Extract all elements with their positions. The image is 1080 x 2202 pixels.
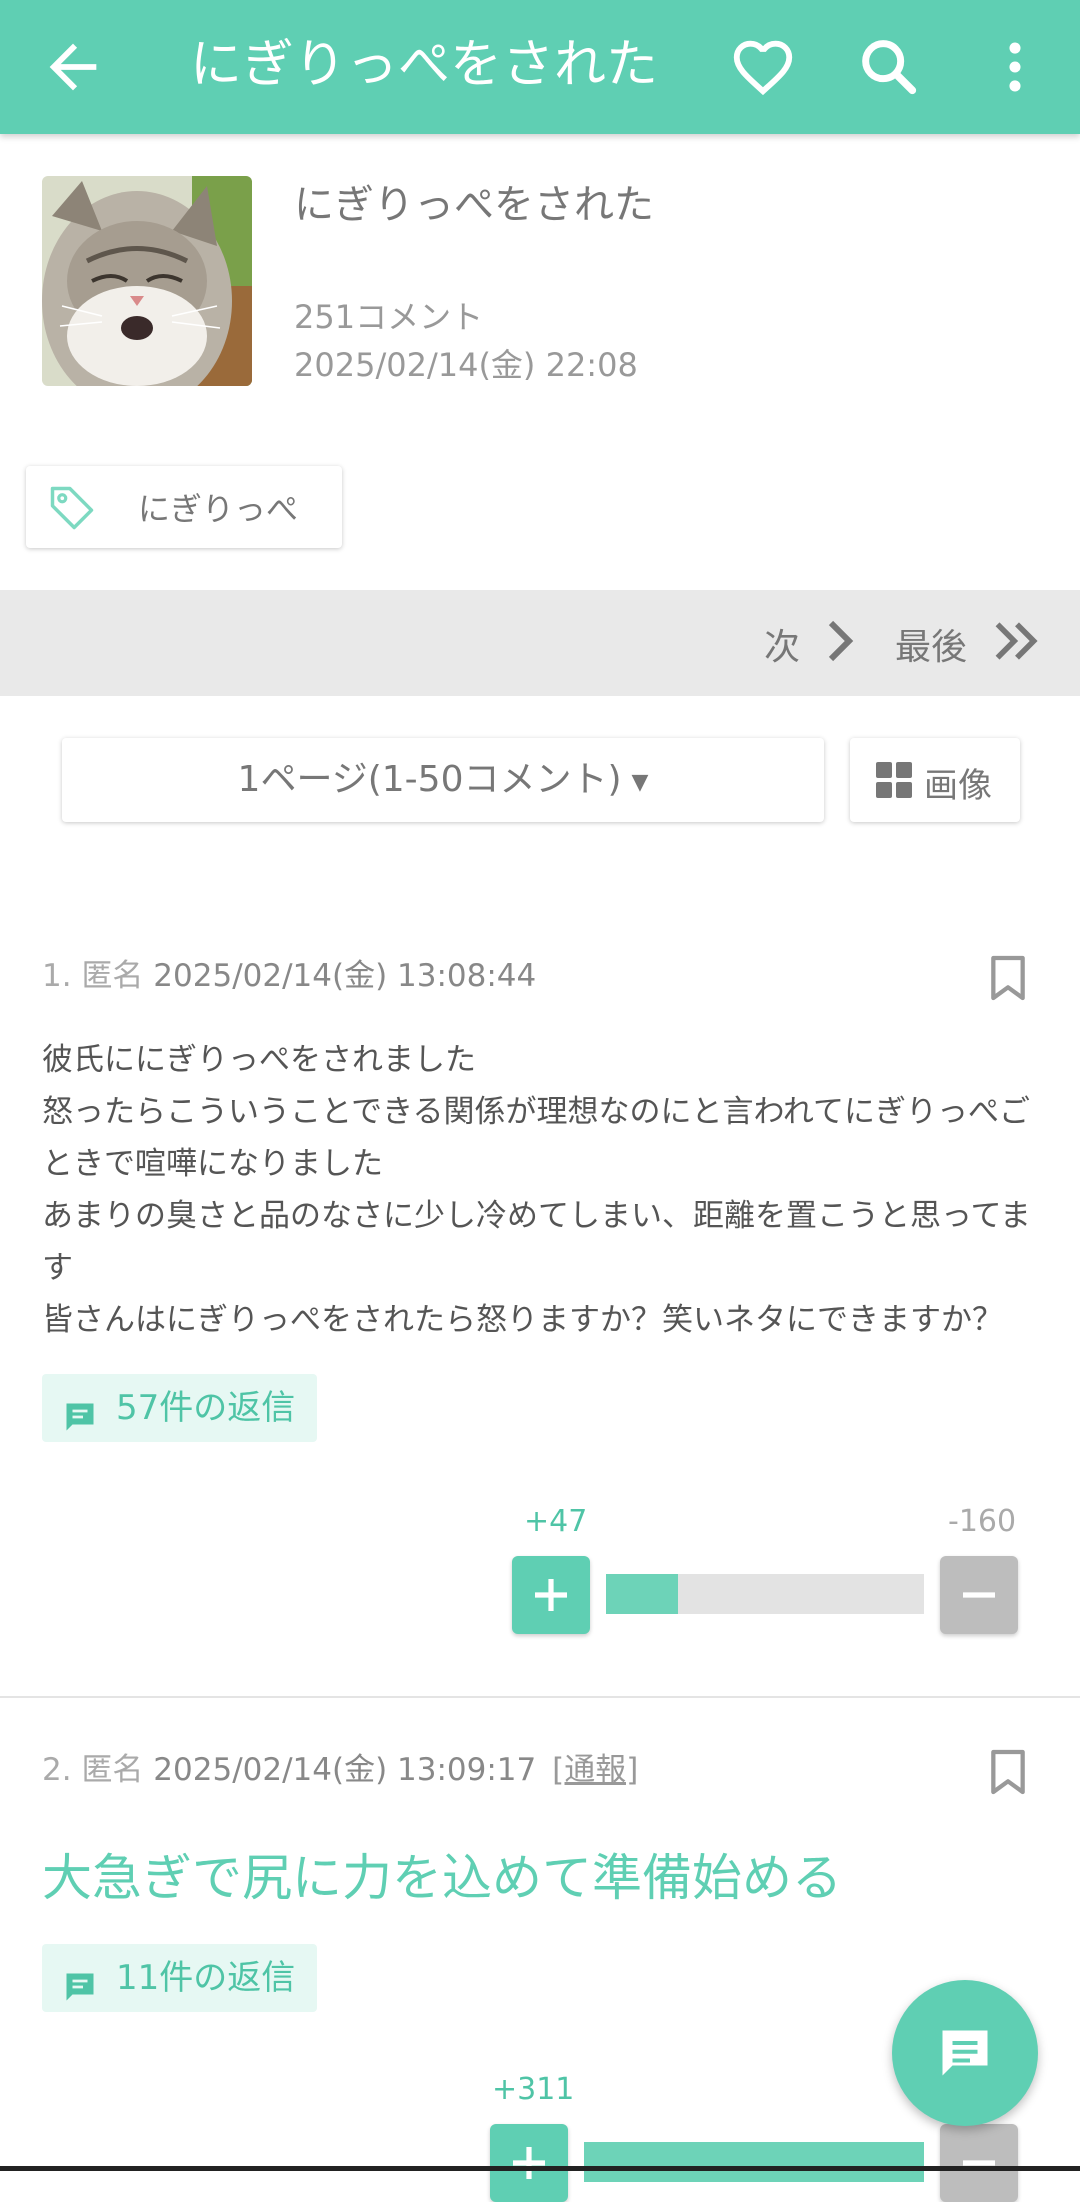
comment-body-line: 皆さんはにぎりっぺをされたら怒りますか？笑いネタにできますか？: [42, 1302, 1003, 1338]
comment-body-line: あまりの臭さと品のなさに少し冷めてしまい、距離を置こうと思ってます: [42, 1198, 1031, 1286]
comment-author: 匿名: [81, 1752, 144, 1788]
tag-chip[interactable]: にぎりっぺ: [26, 466, 342, 548]
write-comment-fab[interactable]: [892, 1980, 1038, 2126]
chat-bubble-icon: [62, 1390, 98, 1431]
comment-datetime: 2025/02/14(金) 13:09:17: [153, 1752, 537, 1788]
plus-icon: [535, 1579, 567, 1611]
minus-icon: [963, 2160, 995, 2166]
heart-icon[interactable]: [728, 32, 798, 102]
tag-label: にぎりっぺ: [138, 490, 299, 528]
comment-meta: 2. 匿名 2025/02/14(金) 13:09:17 [通報]: [42, 1744, 638, 1789]
chat-bubble-icon: [62, 1960, 98, 2001]
search-icon[interactable]: [854, 32, 924, 102]
plus-vote-button[interactable]: [490, 2124, 568, 2202]
double-chevron-right-icon[interactable]: [992, 614, 1042, 672]
post-title: にぎりっぺをされた: [294, 182, 654, 228]
post-date: 2025/02/14(金) 22:08: [294, 346, 638, 384]
app-bar: にぎりっぺをされた: [0, 0, 1080, 134]
comment-divider: [0, 1696, 1080, 1698]
comment-author: 匿名: [81, 958, 144, 994]
bookmark-icon[interactable]: [988, 954, 1028, 1002]
screen-bottom-edge: [0, 2166, 1080, 2171]
minus-vote-button[interactable]: [940, 1556, 1018, 1634]
post-comment-count: 251コメント: [294, 298, 484, 336]
plus-icon: [513, 2147, 545, 2179]
pager-bar: 次 最後: [0, 590, 1080, 696]
tag-icon: [46, 482, 98, 534]
plus-vote-count: +311: [492, 2072, 575, 2107]
comment-body-line: 怒ったらこういうことできる関係が理想なのにと言われてにぎりっぺごときで喧嘩になり…: [42, 1094, 1030, 1182]
comment-number: 1.: [42, 958, 72, 994]
comment-body-large: 大急ぎで尻に力を込めて準備始める: [42, 1849, 842, 1907]
more-vert-icon[interactable]: [980, 32, 1050, 102]
app-bar-title: にぎりっぺをされた: [190, 35, 659, 95]
vote-ratio-bar: [606, 1574, 924, 1614]
vote-ratio-fill: [606, 1574, 679, 1614]
plus-vote-count: +47: [524, 1504, 588, 1539]
last-page-link[interactable]: 最後: [895, 618, 967, 670]
replies-label: 11件の返信: [116, 1958, 296, 1998]
minus-vote-button[interactable]: [940, 2124, 1018, 2202]
replies-label: 57件の返信: [116, 1388, 296, 1428]
replies-button[interactable]: 11件の返信: [42, 1944, 318, 2012]
page-select-dropdown[interactable]: 1ページ(1-50コメント) ▼: [62, 738, 824, 822]
next-page-link[interactable]: 次: [764, 618, 800, 670]
minus-icon: [963, 1592, 995, 1598]
grid-icon: [876, 762, 912, 798]
plus-vote-button[interactable]: [512, 1556, 590, 1634]
report-link[interactable]: [通報]: [552, 1752, 638, 1788]
image-view-label: 画像: [924, 766, 992, 806]
post-thumbnail: [42, 176, 252, 386]
vote-ratio-bar: [584, 2142, 924, 2182]
minus-vote-count: -160: [948, 1504, 1017, 1539]
page-select-label: 1ページ(1-50コメント): [237, 759, 622, 800]
bookmark-icon[interactable]: [988, 1748, 1028, 1796]
comment-icon: [942, 2030, 988, 2076]
comment-number: 2.: [42, 1752, 72, 1788]
dropdown-arrow-icon: ▼: [631, 770, 649, 795]
comment-datetime: 2025/02/14(金) 13:08:44: [153, 958, 537, 994]
chevron-right-icon[interactable]: [822, 614, 858, 672]
image-view-button[interactable]: 画像: [850, 738, 1020, 822]
replies-button[interactable]: 57件の返信: [42, 1374, 318, 1442]
comment-body: 彼氏ににぎりっぺをされました 怒ったらこういうことできる関係が理想なのにと言われ…: [42, 1034, 1032, 1346]
back-arrow-icon[interactable]: [38, 32, 108, 102]
comment-meta: 1. 匿名 2025/02/14(金) 13:08:44: [42, 950, 536, 995]
comment-body-line: 彼氏ににぎりっぺをされました: [42, 1042, 476, 1078]
